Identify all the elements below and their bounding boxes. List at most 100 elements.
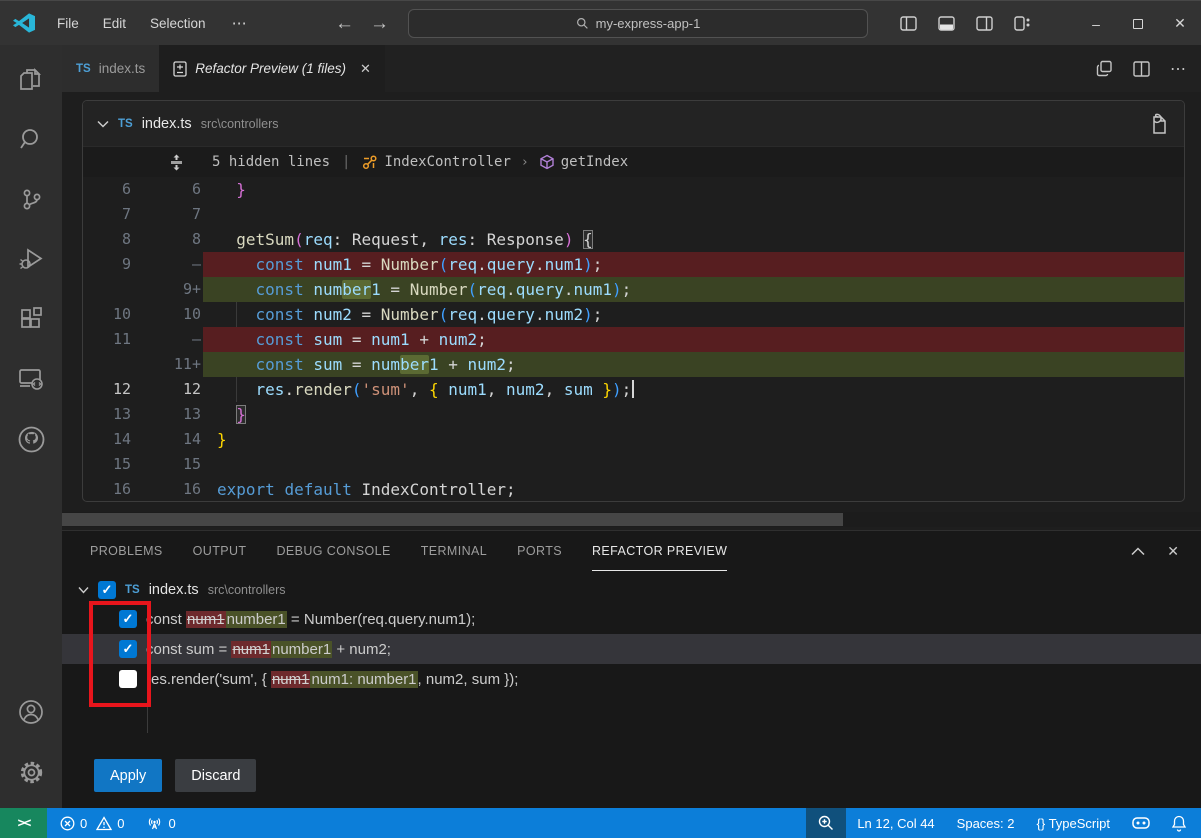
zoom-in-icon [818, 815, 834, 831]
code-line[interactable]: 11– const sum = num1 + num2; [83, 327, 1184, 352]
code-token [593, 380, 603, 399]
ts-language-icon: TS [118, 118, 133, 130]
diff-file-header[interactable]: TS index.ts src\controllers [83, 101, 1184, 147]
explorer-icon[interactable] [0, 53, 62, 105]
nav-forward-icon[interactable]: → [370, 13, 389, 35]
code-line[interactable]: 1414} [83, 427, 1184, 452]
horizontal-scrollbar[interactable] [62, 512, 1201, 527]
tab-ports[interactable]: PORTS [517, 531, 562, 571]
source-control-icon[interactable] [0, 173, 62, 225]
code-text: getSum(req: Request, res: Response) { [201, 230, 593, 249]
chevron-down-icon[interactable] [97, 120, 109, 128]
toggle-panel-icon[interactable] [938, 16, 955, 31]
copilot-icon[interactable] [1131, 815, 1151, 831]
close-tab-icon[interactable]: ✕ [360, 61, 371, 77]
error-icon [60, 816, 75, 831]
code-token: sum [313, 355, 342, 374]
problems-status[interactable]: 0 0 [60, 816, 124, 831]
code-line[interactable]: 1515 [83, 452, 1184, 477]
tab-output[interactable]: OUTPUT [193, 531, 247, 571]
tab-problems[interactable]: PROBLEMS [90, 531, 163, 571]
line-number-modified: 12 [131, 377, 201, 402]
line-number-original: 7 [83, 202, 131, 227]
code-line[interactable]: 11+ const sum = number1 + num2; [83, 352, 1184, 377]
menu-more-button[interactable]: ⋯ [218, 14, 263, 32]
close-panel-icon[interactable]: ✕ [1167, 543, 1179, 560]
code-token: = [352, 255, 381, 274]
line-number-modified: – [131, 252, 201, 277]
zoom-status-item[interactable] [806, 808, 846, 838]
toggle-sidebar-icon[interactable] [900, 16, 917, 31]
code-line[interactable]: 1010 const num2 = Number(req.query.num2)… [83, 302, 1184, 327]
tab-debug-console[interactable]: DEBUG CONSOLE [276, 531, 390, 571]
tab-terminal[interactable]: TERMINAL [421, 531, 487, 571]
change-checkbox[interactable]: ✓ [119, 610, 137, 628]
code-token [304, 355, 314, 374]
tab-index-ts[interactable]: TS index.ts [62, 45, 159, 92]
command-center[interactable]: my-express-app-1 [408, 9, 868, 38]
remote-indicator[interactable]: >< [0, 808, 47, 838]
more-actions-icon[interactable]: ⋯ [1170, 59, 1187, 79]
code-text [201, 455, 217, 474]
extensions-icon[interactable] [0, 293, 62, 345]
refactor-file-row[interactable]: ✓ TS index.ts src\controllers [62, 576, 1201, 604]
chevron-down-icon[interactable] [78, 586, 89, 594]
bottom-panel: PROBLEMS OUTPUT DEBUG CONSOLE TERMINAL P… [62, 530, 1201, 808]
code-token: ; [622, 280, 632, 299]
tab-refactor-preview-panel[interactable]: REFACTOR PREVIEW [592, 531, 727, 571]
nav-back-icon[interactable]: ← [335, 13, 354, 35]
menu-file[interactable]: File [45, 16, 91, 31]
run-debug-icon[interactable] [0, 233, 62, 285]
code-line[interactable]: 66 } [83, 177, 1184, 202]
change-checkbox[interactable] [119, 670, 137, 688]
code-line[interactable]: 77 [83, 202, 1184, 227]
class-symbol-icon [362, 154, 378, 170]
search-sidebar-icon[interactable] [0, 113, 62, 165]
refactor-change-row[interactable]: ✓const sum = num1number1 + num2; [62, 634, 1201, 664]
settings-gear-icon[interactable] [0, 746, 62, 798]
ports-status[interactable]: 0 [146, 816, 175, 831]
close-window-button[interactable]: ✕ [1159, 1, 1201, 46]
code-line[interactable]: 1616export default IndexController; [83, 477, 1184, 502]
breadcrumb-method[interactable]: getIndex [561, 154, 628, 170]
remote-explorer-icon[interactable] [0, 353, 62, 405]
minimize-button[interactable]: – [1075, 1, 1117, 46]
notifications-bell-icon[interactable] [1171, 815, 1187, 832]
code-line[interactable]: 1212 res.render('sum', { num1, num2, sum… [83, 377, 1184, 402]
editor-tab-bar: TS index.ts Refactor Preview (1 files) ✕ [62, 45, 1201, 92]
copy-editor-icon[interactable] [1096, 60, 1113, 77]
code-token: { [429, 380, 439, 399]
code-line[interactable]: 9+ const number1 = Number(req.query.num1… [83, 277, 1184, 302]
code-token: ) [612, 380, 622, 399]
scrollbar-thumb[interactable] [62, 513, 843, 526]
apply-button[interactable]: Apply [94, 759, 162, 792]
customize-layout-icon[interactable] [1014, 16, 1031, 31]
breadcrumb-class[interactable]: IndexController [384, 154, 510, 170]
change-checkbox[interactable]: ✓ [119, 640, 137, 658]
language-mode[interactable]: {} TypeScript [1037, 816, 1111, 831]
hidden-lines-label[interactable]: 5 hidden lines [212, 154, 330, 170]
toggle-secondary-sidebar-icon[interactable] [976, 16, 993, 31]
menu-selection[interactable]: Selection [138, 16, 218, 31]
refactor-change-row[interactable]: ✓const num1number1 = Number(req.query.nu… [62, 604, 1201, 634]
goto-file-icon[interactable] [1148, 113, 1168, 135]
github-icon[interactable] [0, 413, 62, 465]
cursor-position[interactable]: Ln 12, Col 44 [857, 816, 934, 831]
code-line[interactable]: 88 getSum(req: Request, res: Response) { [83, 227, 1184, 252]
tree-indent-guide [147, 605, 148, 733]
discard-button[interactable]: Discard [175, 759, 256, 792]
refactor-change-row[interactable]: res.render('sum', { num1num1: number1, n… [62, 664, 1201, 694]
inserted-text: number1 [271, 641, 332, 658]
file-checkbox[interactable]: ✓ [98, 581, 116, 599]
split-editor-icon[interactable] [1133, 61, 1150, 77]
tab-refactor-preview[interactable]: Refactor Preview (1 files) ✕ [159, 45, 385, 92]
indentation-status[interactable]: Spaces: 2 [957, 816, 1015, 831]
line-number-original: 8 [83, 227, 131, 252]
maximize-button[interactable] [1117, 1, 1159, 46]
maximize-panel-icon[interactable] [1131, 547, 1145, 556]
code-line[interactable]: 1313 } [83, 402, 1184, 427]
accounts-icon[interactable] [0, 686, 62, 738]
menu-edit[interactable]: Edit [91, 16, 138, 31]
unfold-icon[interactable] [169, 154, 184, 171]
code-line[interactable]: 9– const num1 = Number(req.query.num1); [83, 252, 1184, 277]
